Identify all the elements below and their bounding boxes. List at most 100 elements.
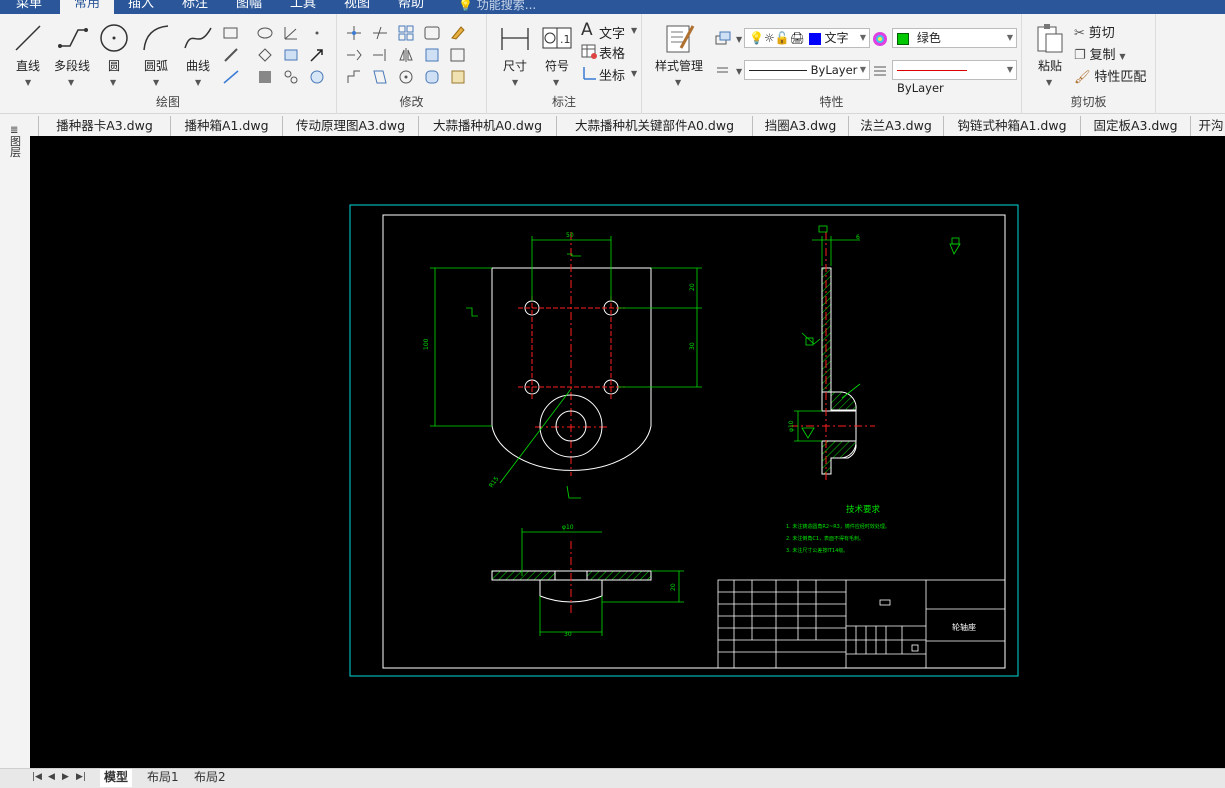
region-icon[interactable]: [256, 46, 274, 64]
arc-tool[interactable]: 圆弧: [138, 22, 174, 74]
polyline-tool[interactable]: 多段线: [50, 22, 94, 74]
cut-button[interactable]: ✂ 剪切: [1074, 22, 1115, 41]
document-tabs: 播种器卡A3.dwg 播种箱A1.dwg 传动原理图A3.dwg 大蒜播种机A0…: [30, 114, 1225, 136]
stretch-icon[interactable]: [345, 68, 363, 86]
copy-dropdown-icon[interactable]: ▼: [1119, 52, 1125, 61]
trim-icon[interactable]: [371, 24, 389, 42]
menu-item-tools[interactable]: 工具: [290, 0, 316, 13]
layer-panel-label[interactable]: ≣ 图层: [10, 124, 24, 158]
rotate-icon[interactable]: [397, 68, 415, 86]
color-wheel-icon[interactable]: [871, 30, 889, 48]
linetype-list-icon[interactable]: [714, 62, 732, 80]
explode-icon[interactable]: [423, 24, 441, 42]
menu-item-annotate[interactable]: 标注: [182, 0, 208, 13]
spline-tool[interactable]: 曲线: [180, 22, 216, 74]
coordinate-tool[interactable]: 坐标 ▼: [581, 65, 637, 84]
rectangle-icon[interactable]: [222, 24, 240, 42]
hatch-icon[interactable]: [256, 68, 274, 86]
doc-tab[interactable]: 固定板A3.dwg: [1081, 116, 1191, 136]
hatch-line-icon[interactable]: [222, 46, 240, 64]
match-properties-button[interactable]: 🖌 特性匹配: [1074, 66, 1146, 85]
block-icon[interactable]: [282, 46, 300, 64]
doc-tab[interactable]: 钩链式种箱A1.dwg: [944, 116, 1081, 136]
doc-tab[interactable]: 大蒜播种机A0.dwg: [419, 116, 557, 136]
color-combo-arrow-icon: ▼: [1006, 33, 1013, 42]
extend-icon[interactable]: [371, 46, 389, 64]
layer-combo[interactable]: 💡☼🔓🖨 文字 ▼: [744, 28, 870, 48]
coordinate-icon: [583, 67, 596, 80]
array-icon[interactable]: [397, 24, 415, 42]
paste-dropdown-icon[interactable]: ▼: [1046, 78, 1052, 87]
erase-icon[interactable]: [449, 24, 467, 42]
last-tab-icon[interactable]: ▶|: [76, 772, 86, 782]
construction-line-icon[interactable]: [282, 24, 300, 42]
menu-item-help[interactable]: 帮助: [398, 0, 424, 13]
dimension-tool[interactable]: 尺寸: [497, 22, 533, 74]
layer-states-dropdown-icon[interactable]: ▼: [736, 35, 742, 44]
menu-item-insert[interactable]: 插入: [128, 0, 154, 13]
wipeout-icon[interactable]: [308, 68, 326, 86]
group-icon[interactable]: [282, 68, 300, 86]
ellipse-icon[interactable]: [256, 24, 274, 42]
symbol-tool[interactable]: .1 符号: [539, 22, 575, 74]
move-icon[interactable]: [345, 24, 363, 42]
dim-text: 30: [564, 631, 572, 638]
coordinate-dropdown-icon[interactable]: ▼: [631, 69, 637, 78]
feature-search[interactable]: 💡 功能搜索...: [458, 0, 536, 13]
linetype-dropdown-icon[interactable]: ▼: [736, 67, 742, 76]
symbol-dropdown-icon[interactable]: ▼: [553, 78, 559, 87]
doc-tab[interactable]: 传动原理图A3.dwg: [283, 116, 419, 136]
line-tool[interactable]: 直线: [10, 22, 46, 74]
arc-dropdown-icon[interactable]: ▼: [153, 78, 159, 87]
break-icon[interactable]: [371, 68, 389, 86]
copy-object-icon[interactable]: [345, 46, 363, 64]
style-manager-dropdown-icon[interactable]: ▼: [675, 78, 681, 87]
text-dropdown-icon[interactable]: ▼: [631, 26, 637, 35]
point-icon[interactable]: [308, 24, 326, 42]
properties-group: 样式管理 ▼ ▼ 💡☼🔓🖨 文字 ▼ 绿色 ▼ ▼ ByLayer ▼ ByLa…: [642, 14, 1022, 114]
scale-icon[interactable]: [423, 46, 441, 64]
menu-item-view[interactable]: 视图: [344, 0, 370, 13]
layer-states-icon[interactable]: [714, 30, 732, 48]
layout-tab-model[interactable]: 模型: [100, 769, 133, 787]
lineweight-icon[interactable]: [871, 62, 889, 80]
offset-icon[interactable]: [449, 46, 467, 64]
menu-item-sheet[interactable]: 图幅: [236, 0, 262, 13]
layout-tab-bar: |◀ ◀ ▶ ▶| 模型 布局1 布局2: [0, 768, 1225, 788]
doc-tab[interactable]: 播种器卡A3.dwg: [38, 116, 171, 136]
lineweight-combo[interactable]: ByLayer ▼: [892, 60, 1017, 95]
mirror-icon[interactable]: [397, 46, 415, 64]
spline-dropdown-icon[interactable]: ▼: [195, 78, 201, 87]
circle-tool[interactable]: 圆: [96, 22, 132, 74]
table-tool[interactable]: 表格: [581, 43, 625, 62]
circle-dropdown-icon[interactable]: ▼: [110, 78, 116, 87]
fillet-icon[interactable]: [423, 68, 441, 86]
next-tab-icon[interactable]: ▶: [62, 772, 69, 782]
style-manager-tool[interactable]: 样式管理: [648, 22, 710, 74]
linetype-combo[interactable]: ByLayer ▼: [744, 60, 870, 80]
text-tool[interactable]: A 文字 ▼: [581, 20, 637, 42]
copy-button[interactable]: ❐ 复制 ▼: [1074, 44, 1125, 63]
polyline-dropdown-icon[interactable]: ▼: [68, 78, 74, 87]
menu-item-menu[interactable]: 菜单: [16, 0, 42, 13]
dimension-dropdown-icon[interactable]: ▼: [512, 78, 518, 87]
layout-tab-2[interactable]: 布局2: [190, 769, 230, 787]
arrow-icon[interactable]: [308, 46, 326, 64]
paste-tool[interactable]: 粘贴: [1032, 22, 1068, 74]
first-tab-icon[interactable]: |◀: [32, 772, 42, 782]
dim-text: φ10: [562, 524, 574, 531]
xline-icon[interactable]: [222, 68, 240, 86]
color-combo[interactable]: 绿色 ▼: [892, 28, 1017, 48]
doc-tab[interactable]: 法兰A3.dwg: [849, 116, 944, 136]
layout-tab-1[interactable]: 布局1: [143, 769, 183, 787]
doc-tab[interactable]: 大蒜播种机关键部件A0.dwg: [557, 116, 753, 136]
doc-tab[interactable]: 播种箱A1.dwg: [171, 116, 283, 136]
menu-item-home[interactable]: 常用: [60, 0, 115, 14]
doc-tab[interactable]: 挡圈A3.dwg: [753, 116, 849, 136]
text-style-value: 文字: [824, 31, 849, 45]
line-dropdown-icon[interactable]: ▼: [25, 78, 31, 87]
chamfer-icon[interactable]: [449, 68, 467, 86]
prev-tab-icon[interactable]: ◀: [48, 772, 55, 782]
drawing-canvas[interactable]: 50 100 30 20 R15 6 φ10 φ10 30 20 技术要求 1.…: [30, 136, 1225, 768]
doc-tab[interactable]: 开沟: [1191, 116, 1225, 136]
